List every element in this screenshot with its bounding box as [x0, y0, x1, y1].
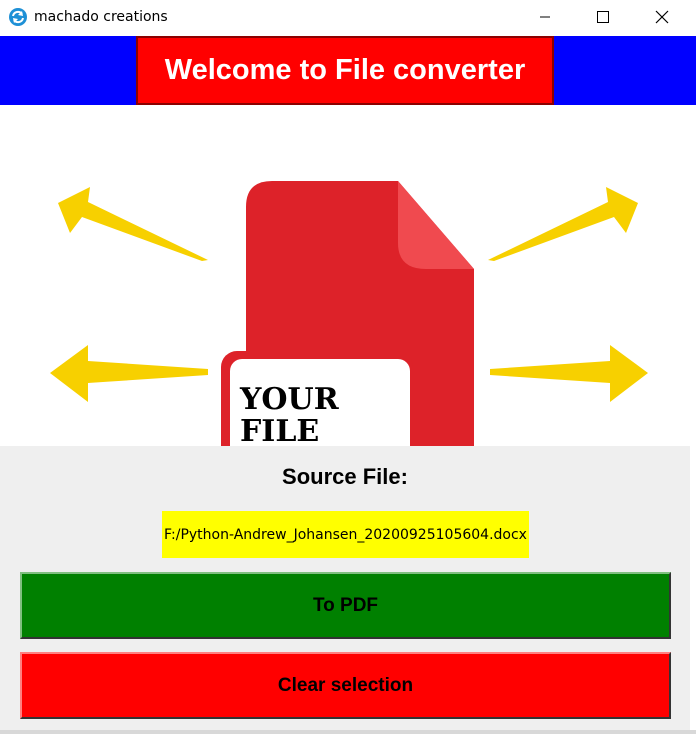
close-icon — [655, 10, 669, 24]
minimize-button[interactable] — [522, 0, 568, 34]
arrow-left-icon — [50, 345, 208, 402]
file-label-line1: YOUR — [239, 382, 340, 417]
arrow-up-left-icon — [58, 187, 208, 261]
close-button[interactable] — [639, 0, 685, 34]
header-bar: Welcome to File converter — [0, 36, 696, 105]
arrow-up-right-icon — [488, 187, 638, 261]
file-label-line2: FILE — [240, 414, 319, 446]
source-path-display: F:/Python-Andrew_Johansen_20200925105604… — [162, 511, 529, 558]
refresh-icon — [8, 7, 28, 27]
arrow-right-icon — [490, 345, 648, 402]
source-file-label: Source File: — [282, 464, 408, 489]
minimize-icon — [540, 16, 550, 18]
window-titlebar: machado creations — [0, 0, 696, 36]
clear-selection-button[interactable]: Clear selection — [20, 652, 671, 719]
maximize-button[interactable] — [580, 0, 626, 34]
window-title: machado creations — [34, 9, 168, 25]
to-pdf-button[interactable]: To PDF — [20, 572, 671, 639]
window-bottom-border — [0, 730, 696, 734]
page-title: Welcome to File converter — [136, 36, 554, 105]
window-border — [690, 446, 696, 734]
maximize-icon — [597, 11, 609, 23]
file-illustration: YOUR FILE — [0, 105, 696, 446]
document-icon: YOUR FILE — [221, 181, 474, 446]
